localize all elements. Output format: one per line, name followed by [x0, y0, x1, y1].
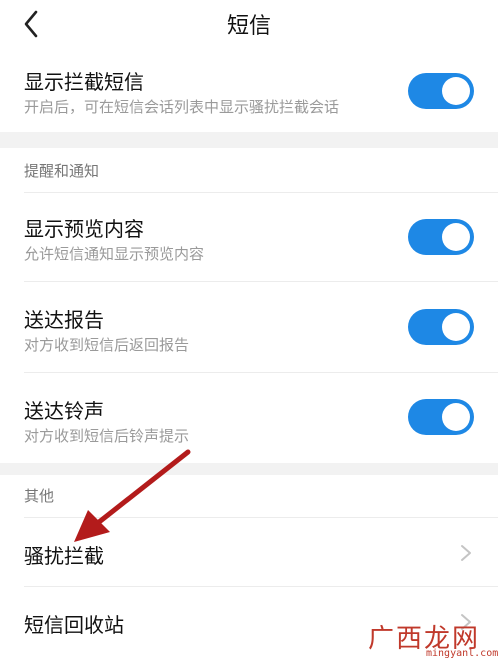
chevron-right-icon: [461, 545, 471, 561]
setting-subtitle: 允许短信通知显示预览内容: [24, 245, 205, 263]
section-label: 提醒和通知: [24, 162, 100, 180]
setting-row-show-preview[interactable]: 显示预览内容 允许短信通知显示预览内容: [0, 193, 498, 281]
setting-row-delivery-report[interactable]: 送达报告 对方收到短信后返回报告: [0, 282, 498, 372]
setting-title: 显示拦截短信: [24, 70, 144, 94]
setting-subtitle: 开启后，可在短信会话列表中显示骚扰拦截会话: [24, 98, 340, 116]
section-header-notifications: 提醒和通知: [0, 148, 498, 192]
toggle-knob: [442, 313, 470, 341]
section-label: 其他: [24, 487, 55, 505]
page-title: 短信: [226, 14, 271, 39]
setting-title: 显示预览内容: [24, 217, 144, 241]
toggle-knob: [442, 223, 470, 251]
watermark-url: mingyanl.com: [426, 648, 498, 659]
delivery-tone-toggle[interactable]: [408, 399, 474, 435]
watermark: 广西龙网 mingyanl.com: [356, 618, 498, 667]
toggle-knob: [442, 403, 470, 431]
setting-row-show-blocked-sms[interactable]: 显示拦截短信 开启后，可在短信会话列表中显示骚扰拦截会话: [0, 50, 498, 132]
top-bar: 短信: [0, 0, 498, 50]
show-blocked-sms-toggle[interactable]: [408, 73, 474, 109]
annotation-arrow-icon: [74, 449, 191, 542]
setting-subtitle: 对方收到短信后返回报告: [24, 336, 190, 354]
section-gap: [0, 132, 498, 148]
delivery-report-toggle[interactable]: [408, 309, 474, 345]
setting-title: 送达铃声: [24, 399, 104, 423]
setting-title: 短信回收站: [24, 613, 124, 637]
setting-title: 送达报告: [24, 308, 104, 332]
toggle-knob: [442, 77, 470, 105]
show-preview-toggle[interactable]: [408, 219, 474, 255]
